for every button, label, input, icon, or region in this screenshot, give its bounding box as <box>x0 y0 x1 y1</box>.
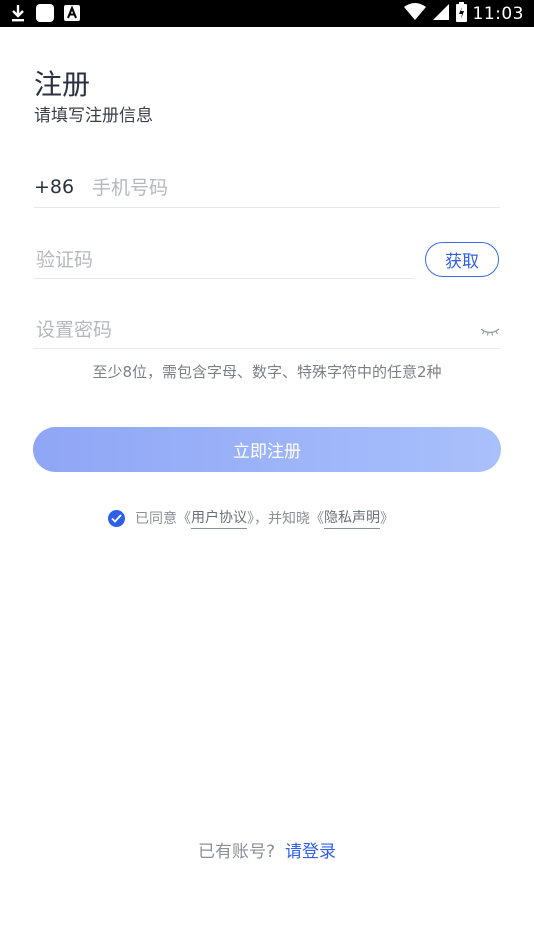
page-subtitle: 请填写注册信息 <box>34 106 153 126</box>
password-input[interactable] <box>34 314 458 346</box>
phone-input[interactable] <box>90 172 494 204</box>
agreement-row: 已同意《 用户协议 》，并知晓《 隐私声明 》 <box>108 507 394 529</box>
clock: 11:03 <box>472 4 524 24</box>
agreement-suffix: 》 <box>380 511 394 527</box>
phone-field: +86 <box>34 168 500 208</box>
login-prompt: 已有账号? 请登录 <box>0 837 534 862</box>
app-icon <box>35 3 55 27</box>
password-field <box>34 310 500 349</box>
agreement-middle: 》，并知晓《 <box>247 511 324 527</box>
code-input[interactable] <box>34 244 408 276</box>
a-notification-icon <box>64 5 80 25</box>
signal-icon <box>432 3 450 25</box>
agreement-prefix: 已同意《 <box>135 511 191 527</box>
privacy-link[interactable]: 隐私声明 <box>324 507 380 529</box>
login-link[interactable]: 请登录 <box>285 842 336 862</box>
wifi-icon <box>403 3 426 25</box>
agree-checkbox[interactable] <box>108 509 125 527</box>
password-hint: 至少8位，需包含字母、数字、特殊字符中的任意2种 <box>92 363 442 381</box>
code-field <box>34 240 415 279</box>
have-account-text: 已有账号? <box>197 842 276 862</box>
page-title: 注册 <box>34 68 91 101</box>
download-icon <box>10 3 26 27</box>
register-button[interactable]: 立即注册 <box>33 427 501 472</box>
check-icon <box>111 513 122 523</box>
eye-closed-icon[interactable] <box>480 322 500 341</box>
country-code[interactable]: +86 <box>34 176 74 198</box>
user-agreement-link[interactable]: 用户协议 <box>191 507 247 529</box>
battery-icon <box>455 2 467 26</box>
get-code-button[interactable]: 获取 <box>425 242 499 277</box>
status-bar: 11:03 <box>0 0 534 27</box>
